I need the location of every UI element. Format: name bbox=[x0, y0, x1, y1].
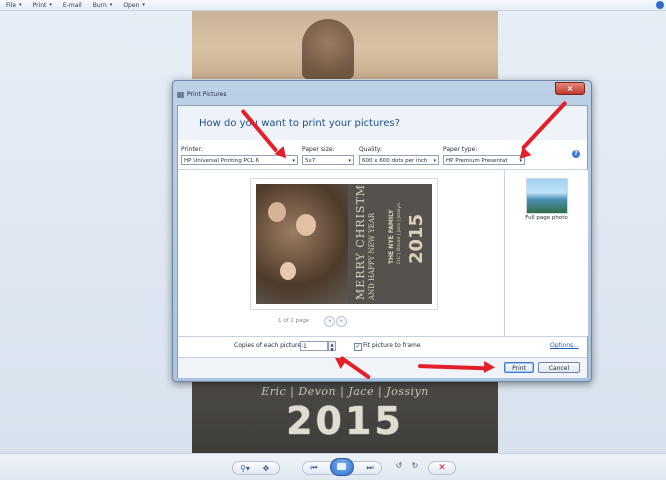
preview-card: MERRY CHRISTMAS AND HAPPY NEW YEAR THE N… bbox=[250, 178, 438, 310]
menu-open[interactable]: Open ▾ bbox=[117, 2, 150, 9]
menu-burn[interactable]: Burn ▾ bbox=[87, 2, 118, 9]
chevron-down-icon: ▾ bbox=[49, 2, 52, 8]
card-family: THE NYE FAMILY bbox=[388, 209, 395, 264]
chalkboard-greeting: MERRY CHRISTMAS AND HAPPY NEW YEAR THE N… bbox=[348, 184, 432, 304]
dialog-header: How do you want to print your pictures? bbox=[178, 106, 587, 140]
delete-group: ✕ bbox=[428, 461, 456, 475]
zoom-group: ⚲▾ ✥ bbox=[232, 461, 280, 475]
dialog-titlebar: Print Pictures bbox=[177, 91, 226, 98]
chevron-down-icon: ▾ bbox=[348, 158, 351, 164]
fit-picture-checkbox[interactable]: ✓ bbox=[354, 343, 362, 351]
chevron-down-icon: ▾ bbox=[19, 2, 22, 8]
person-silhouette bbox=[302, 19, 354, 79]
paper-size-label: Paper size: bbox=[302, 146, 335, 153]
menu-open-label: Open bbox=[123, 1, 140, 9]
viewer-controls-bar: ⚲▾ ✥ ⏮ ⏭ ↺ ↻ ✕ bbox=[0, 453, 666, 480]
photo-bottom-portion: Eric | Devon | Jace | Jossiyn 2015 bbox=[192, 379, 498, 453]
menu-email[interactable]: E-mail bbox=[57, 2, 87, 9]
dialog-title: Print Pictures bbox=[187, 91, 227, 98]
paper-size-select[interactable]: 5x7 ▾ bbox=[302, 155, 354, 165]
menu-print[interactable]: Print ▾ bbox=[27, 2, 57, 9]
menu-bar: File ▾ Print ▾ E-mail Burn ▾ Open ▾ bbox=[0, 0, 666, 11]
menu-file[interactable]: File ▾ bbox=[0, 2, 27, 9]
rotate-clockwise-icon[interactable]: ↻ bbox=[408, 461, 422, 470]
chevron-down-icon: ▾ bbox=[109, 2, 113, 8]
slideshow-button[interactable] bbox=[330, 458, 354, 476]
quality-value: 600 x 600 dots per inch bbox=[362, 158, 428, 164]
photo-names-text: Eric | Devon | Jace | Jossiyn bbox=[261, 385, 429, 398]
next-page-button[interactable]: ▸ bbox=[336, 316, 347, 327]
menu-file-label: File bbox=[6, 1, 17, 9]
print-pictures-dialog: Print Pictures × How do you want to prin… bbox=[172, 80, 592, 382]
card-year: 2015 bbox=[406, 213, 427, 264]
paper-type-value: HP Premium Presentat bbox=[446, 158, 508, 164]
close-button[interactable]: × bbox=[555, 82, 585, 95]
fit-picture-label: Fit picture to frame bbox=[363, 342, 421, 349]
zoom-icon[interactable]: ⚲▾ bbox=[233, 464, 257, 473]
help-icon[interactable]: ? bbox=[572, 150, 580, 158]
previous-page-button[interactable]: ◂ bbox=[324, 316, 335, 327]
paper-type-label: Paper type: bbox=[443, 146, 478, 153]
copies-label: Copies of each picture: bbox=[234, 342, 304, 349]
rotate-counterclockwise-icon[interactable]: ↺ bbox=[392, 461, 406, 470]
chevron-down-icon: ▾ bbox=[142, 2, 145, 8]
full-page-thumbnail bbox=[526, 178, 568, 214]
next-icon[interactable]: ⏭ bbox=[359, 463, 381, 473]
layout-label: Full page photo bbox=[525, 215, 568, 221]
options-link[interactable]: Options... bbox=[550, 342, 579, 349]
person-face bbox=[296, 214, 316, 236]
card-line2: AND HAPPY NEW YEAR bbox=[368, 212, 376, 300]
quality-select[interactable]: 600 x 600 dots per inch ▾ bbox=[359, 155, 439, 165]
person-face bbox=[280, 262, 296, 280]
card-line1: MERRY CHRISTMAS bbox=[354, 184, 367, 300]
previous-icon[interactable]: ⏮ bbox=[303, 463, 325, 473]
print-preview-area: MERRY CHRISTMAS AND HAPPY NEW YEAR THE N… bbox=[178, 170, 504, 336]
chevron-down-icon: ▾ bbox=[433, 158, 436, 164]
dialog-question: How do you want to print your pictures? bbox=[199, 118, 400, 129]
card-members: Eric | Devon | Jace | Jossiyn bbox=[397, 203, 402, 264]
stepper-down-icon[interactable]: ▼ bbox=[329, 347, 335, 352]
help-icon[interactable] bbox=[656, 1, 664, 9]
paper-type-select[interactable]: HP Premium Presentat ▾ bbox=[443, 155, 525, 165]
family-photo bbox=[256, 184, 348, 304]
paper-size-value: 5x7 bbox=[305, 158, 316, 164]
divider bbox=[178, 336, 587, 337]
copies-input[interactable]: 1 bbox=[300, 341, 328, 351]
menu-print-label: Print bbox=[32, 1, 47, 9]
arrow-head-icon bbox=[483, 361, 496, 374]
printer-value: HP Universal Printing PCL 6 bbox=[184, 158, 260, 164]
printer-label: Printer: bbox=[181, 146, 203, 153]
actual-size-icon[interactable]: ✥ bbox=[257, 464, 275, 473]
cancel-button[interactable]: Cancel bbox=[538, 362, 580, 373]
menu-burn-label: Burn bbox=[92, 1, 107, 9]
layout-list: Full page photo bbox=[504, 170, 588, 336]
delete-icon[interactable]: ✕ bbox=[435, 463, 449, 473]
photo-top-portion bbox=[192, 11, 498, 79]
person-face bbox=[268, 202, 286, 222]
chevron-down-icon: ▾ bbox=[292, 158, 295, 164]
quality-label: Quality: bbox=[359, 146, 383, 153]
copies-stepper[interactable]: ▲ ▼ bbox=[328, 341, 336, 352]
printer-icon bbox=[177, 91, 184, 98]
print-button[interactable]: Print bbox=[504, 362, 534, 373]
menu-email-label: E-mail bbox=[62, 1, 82, 9]
photo-year-text: 2015 bbox=[286, 399, 404, 443]
page-indicator: 1 of 1 page bbox=[278, 318, 310, 324]
